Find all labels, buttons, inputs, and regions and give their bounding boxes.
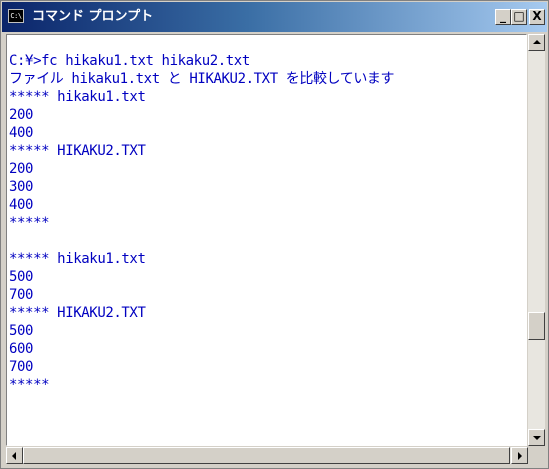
console-line: ***** [9,215,50,231]
console-line: 700 [9,287,34,303]
window-title: コマンド プロンプト [32,9,154,24]
console-line: C:¥>fc hikaku1.txt hikaku2.txt [9,53,250,69]
close-button[interactable]: X [529,9,545,25]
down-arrow-icon [533,436,541,440]
horizontal-scrollbar[interactable] [6,447,528,464]
console-line: 200 [9,107,34,123]
console-line: ***** HIKAKU2.TXT [9,305,146,321]
console-line: 500 [9,269,34,285]
size-grip [528,447,545,464]
console-line: 700 [9,359,34,375]
maximize-icon: □ [513,9,525,23]
minimize-icon: _ [500,9,506,23]
scroll-up-button[interactable] [528,34,545,51]
console-app-icon[interactable]: C:\ [8,9,24,23]
up-arrow-icon [533,40,541,44]
console-line: 200 [9,161,34,177]
right-arrow-icon [518,452,522,460]
console-line: 400 [9,125,34,141]
vertical-scrollbar[interactable] [528,34,545,446]
scroll-down-button[interactable] [528,429,545,446]
console-lines: C:¥>fc hikaku1.txt hikaku2.txt ファイル hikak… [9,52,395,445]
console-line: ***** HIKAKU2.TXT [9,143,146,159]
console-line: ファイル hikaku1.txt と HIKAKU2.TXT を比較しています [9,71,395,87]
console-line: ***** [9,377,50,393]
horizontal-scroll-thumb[interactable] [23,447,510,464]
console-line: 500 [9,323,34,339]
close-icon: X [532,9,542,23]
scroll-left-button[interactable] [6,447,23,464]
command-prompt-window: C:\ コマンド プロンプト _ □ X C:¥>fc hikaku1.txt … [0,0,549,469]
title-bar[interactable]: C:\ コマンド プロンプト _ □ X [2,2,547,32]
scroll-right-button[interactable] [511,447,528,464]
maximize-button[interactable]: □ [511,9,527,25]
console-line: ***** hikaku1.txt [9,89,146,105]
vertical-scroll-thumb[interactable] [528,312,545,340]
console-line: 600 [9,341,34,357]
console-line: ***** hikaku1.txt [9,251,146,267]
console-output[interactable]: C:¥>fc hikaku1.txt hikaku2.txt ファイル hikak… [6,34,527,446]
left-arrow-icon [12,452,16,460]
console-line: 300 [9,179,34,195]
minimize-button[interactable]: _ [495,9,511,25]
console-line: 400 [9,197,34,213]
